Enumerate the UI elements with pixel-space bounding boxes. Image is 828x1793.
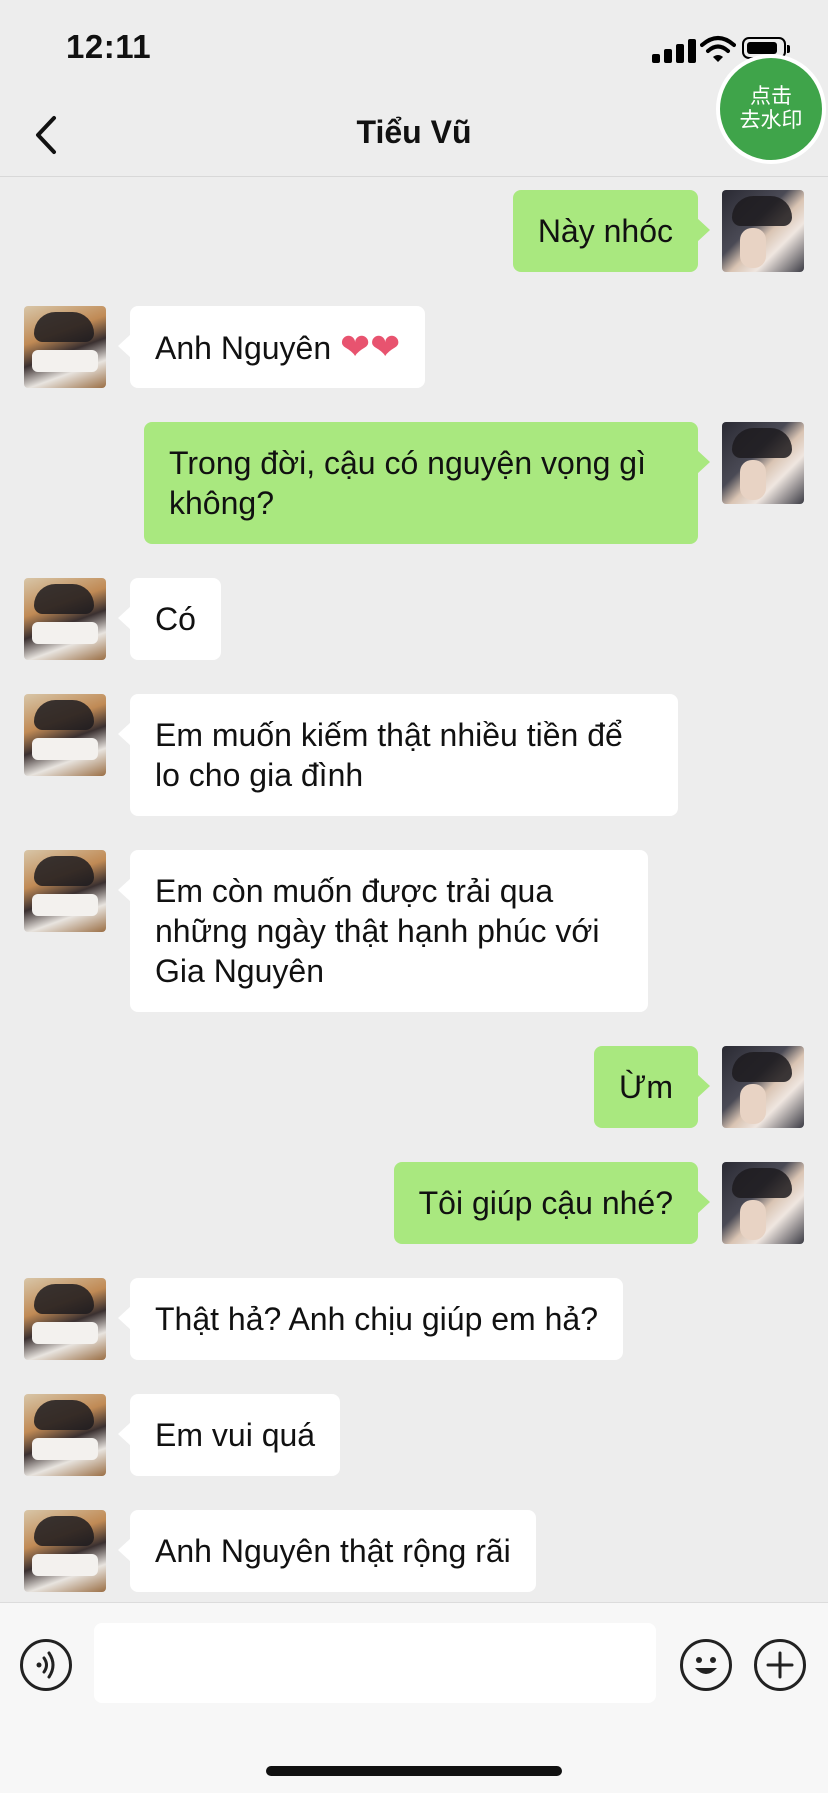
my-avatar[interactable] xyxy=(722,1162,804,1244)
heart-emoji-icon: ❤❤ xyxy=(340,326,401,367)
chat-header: Tiểu Vũ xyxy=(0,96,828,177)
input-bar xyxy=(0,1602,828,1793)
chat-title: Tiểu Vũ xyxy=(356,114,472,150)
home-indicator[interactable] xyxy=(266,1766,562,1776)
emoji-icon[interactable] xyxy=(680,1639,732,1691)
remove-watermark-button[interactable]: 点击 去水印 xyxy=(716,54,826,164)
contact-message-bubble[interactable]: Em muốn kiếm thật nhiều tiền để lo cho g… xyxy=(118,694,678,816)
message-row: Anh Nguyên ❤❤ xyxy=(0,306,828,388)
contact-avatar[interactable] xyxy=(24,1394,106,1476)
contact-avatar[interactable] xyxy=(24,578,106,660)
contact-message-bubble[interactable]: Anh Nguyên thật rộng rãi xyxy=(118,1510,536,1592)
message-row: Trong đời, cậu có nguyện vọng gì không? xyxy=(0,422,828,544)
message-row: Anh Nguyên thật rộng rãi xyxy=(0,1510,828,1592)
message-row: Em còn muốn được trải qua những ngày thậ… xyxy=(0,850,828,1012)
contact-message-bubble[interactable]: Em vui quá xyxy=(117,1394,341,1476)
voice-icon[interactable] xyxy=(20,1639,72,1691)
message-input[interactable] xyxy=(94,1623,656,1703)
message-row: Tôi giúp cậu nhé? xyxy=(0,1162,828,1244)
cellular-signal-icon xyxy=(652,37,696,63)
contact-avatar[interactable] xyxy=(24,1510,106,1592)
status-time: 12:11 xyxy=(66,28,152,65)
status-bar: 12:11 xyxy=(0,0,828,96)
contact-avatar[interactable] xyxy=(24,694,106,776)
my-avatar[interactable] xyxy=(722,422,804,504)
my-message-bubble[interactable]: Tôi giúp cậu nhé? xyxy=(393,1162,711,1244)
message-row: Ừm xyxy=(0,1046,828,1128)
my-message-bubble[interactable]: Này nhóc xyxy=(512,190,711,272)
contact-avatar[interactable] xyxy=(24,306,106,388)
contact-message-bubble[interactable]: Có xyxy=(118,578,221,660)
message-row: Thật hả? Anh chịu giúp em hả? xyxy=(0,1278,828,1360)
my-message-bubble[interactable]: Trong đời, cậu có nguyện vọng gì không? xyxy=(144,422,710,544)
contact-message-bubble[interactable]: Anh Nguyên ❤❤ xyxy=(117,306,426,388)
plus-icon[interactable] xyxy=(754,1639,806,1691)
message-row: Này nhóc xyxy=(0,190,828,272)
my-message-bubble[interactable]: Ừm xyxy=(594,1046,710,1128)
contact-message-bubble[interactable]: Thật hả? Anh chịu giúp em hả? xyxy=(118,1278,623,1360)
contact-avatar[interactable] xyxy=(24,850,106,932)
message-row: Có xyxy=(0,578,828,660)
contact-avatar[interactable] xyxy=(24,1278,106,1360)
message-row: Em vui quá xyxy=(0,1394,828,1476)
my-avatar[interactable] xyxy=(722,190,804,272)
message-row: Em muốn kiếm thật nhiều tiền để lo cho g… xyxy=(0,694,828,816)
contact-message-bubble[interactable]: Em còn muốn được trải qua những ngày thậ… xyxy=(118,850,648,1012)
my-avatar[interactable] xyxy=(722,1046,804,1128)
message-text: Anh Nguyên xyxy=(155,330,341,366)
wifi-icon xyxy=(700,36,736,62)
